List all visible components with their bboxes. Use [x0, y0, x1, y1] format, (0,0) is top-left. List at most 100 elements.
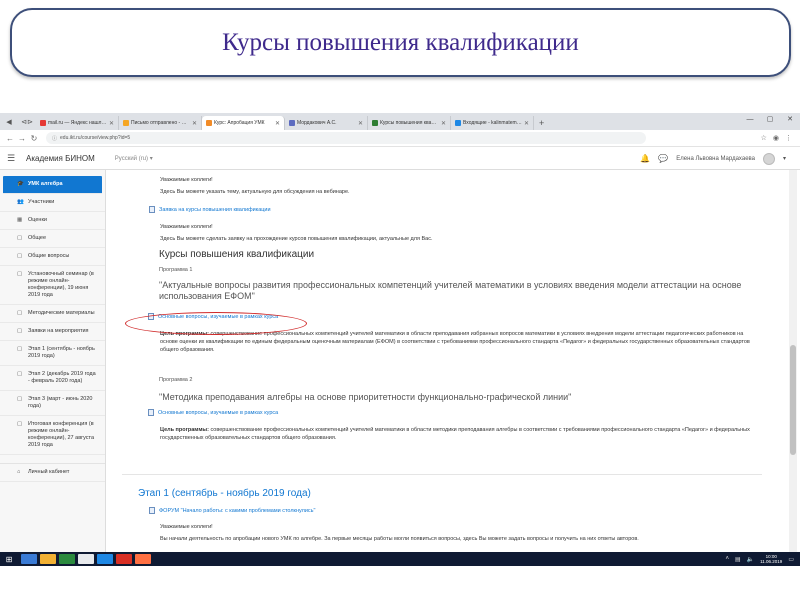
drawer-item[interactable]: ▢ Методические материалы — [0, 305, 105, 323]
taskbar-app-icon[interactable] — [59, 554, 75, 564]
drawer-item-label: Общие вопросы — [28, 253, 70, 259]
drawer-item-label: Участники — [28, 199, 55, 205]
drawer-item[interactable]: ▢ Этап 1 (сентябрь - ноябрь 2019 года) — [0, 341, 105, 366]
page-scrollbar[interactable] — [789, 170, 797, 552]
drawer-item-label: Методические материалы — [28, 310, 95, 316]
program-2-topics-link[interactable]: Основные вопросы, изучаемые в рамках кур… — [148, 409, 278, 416]
profile-icon[interactable]: ◉ — [773, 134, 779, 142]
taskbar-app-icon[interactable] — [78, 554, 94, 564]
drawer-item-icon: ▢ — [17, 310, 23, 316]
drawer-item[interactable]: 👥 Участники — [0, 194, 105, 212]
drawer-item[interactable]: 🎓 УМК алгебра — [3, 176, 102, 194]
tab-label: mail.ru — Яндекс нашлось — [48, 120, 107, 126]
program-1-title: "Актуальные вопросы развития профессиона… — [159, 280, 742, 301]
tab-close-icon[interactable]: ✕ — [192, 120, 197, 127]
drawer-item-label: Установочный семинар (в режиме онлайн-ко… — [28, 271, 94, 298]
tab-label: Курс: Апробация УМК — [214, 120, 265, 126]
drawer-item[interactable]: ▢ Общее — [0, 230, 105, 248]
minimize-icon[interactable]: — — [740, 113, 760, 127]
reload-icon[interactable]: ↻ — [28, 134, 40, 143]
messages-icon[interactable]: 💬 — [658, 154, 668, 163]
avatar[interactable] — [762, 152, 775, 165]
network-icon[interactable]: ▤ — [735, 556, 741, 563]
browser-tab[interactable]: Письмо отправлено - Поч ✕ — [119, 116, 202, 130]
language-menu[interactable]: Русский (ru) ▾ — [115, 155, 153, 162]
notifications-bell-icon[interactable]: 🔔 — [640, 154, 650, 163]
tab-scroll-right-icon[interactable]: ⊲⊳ — [18, 113, 36, 130]
drawer-item-label: Оценки — [28, 217, 47, 223]
url-field[interactable]: ⓘ edu.ikt.ru/course/view.php?id=5 — [46, 132, 646, 144]
back-icon[interactable]: ← — [4, 134, 16, 143]
drawer-item-icon: ▢ — [17, 346, 23, 352]
tab-favicon-icon — [372, 120, 378, 126]
site-name[interactable]: Академия БИНОМ — [26, 154, 95, 163]
note-text: Здесь Вы можете указать тему, актуальную… — [160, 189, 350, 195]
clock[interactable]: 10:00 11.06.2019 — [760, 554, 782, 564]
new-tab-button[interactable]: + — [534, 116, 549, 130]
stage-1-section-title[interactable]: Этап 1 (сентябрь - ноябрь 2019 года) — [138, 488, 311, 499]
highlight-annotation — [125, 312, 307, 335]
windows-taskbar: ⊞ ˄ ▤ 🔈 10:00 11.06.2019 ▭ — [0, 552, 800, 566]
drawer-item-dashboard[interactable]: ⌂ Личный кабинет — [0, 464, 105, 482]
goal-text: совершенствование профессиональных компе… — [160, 331, 750, 353]
scrollbar-thumb[interactable] — [790, 345, 796, 455]
taskbar-app-icon[interactable] — [97, 554, 113, 564]
drawer-item[interactable]: ▢ Этап 3 (март - июнь 2020 года) — [0, 391, 105, 416]
tab-favicon-icon — [123, 120, 129, 126]
drawer-item[interactable]: ▢ Установочный семинар (в режиме онлайн-к… — [0, 266, 105, 305]
slide-title-banner: Курсы повышения квалификации — [10, 8, 791, 77]
document-icon — [148, 409, 154, 416]
browser-tab[interactable]: Мордакович А.С. ✕ — [285, 116, 368, 130]
home-icon: ⌂ — [17, 469, 21, 475]
forum-icon — [149, 507, 155, 514]
browser-tab-bar: ◀ ⊲⊳ mail.ru — Яндекс нашлось ✕ Письмо отп… — [0, 113, 800, 130]
system-tray: ˄ ▤ 🔈 10:00 11.06.2019 ▭ — [725, 554, 800, 564]
drawer-item-label: Итоговая конференция (в режиме онлайн-ко… — [28, 421, 95, 448]
drawer-item[interactable]: ▢ Этап 2 (декабрь 2019 года - февраль 202… — [0, 366, 105, 391]
info-icon: ⓘ — [52, 135, 58, 142]
tab-close-icon[interactable]: ✕ — [524, 120, 529, 127]
tab-close-icon[interactable]: ✕ — [109, 120, 114, 127]
maximize-icon[interactable]: ▢ — [760, 113, 780, 127]
tab-label: Входящие - kalinmatematika — [463, 120, 522, 126]
tray-chevron-icon[interactable]: ˄ — [725, 556, 729, 562]
drawer-toggle-icon[interactable]: ☰ — [0, 153, 22, 164]
tab-close-icon[interactable]: ✕ — [441, 120, 446, 127]
browser-tab[interactable]: Входящие - kalinmatematika ✕ — [451, 116, 534, 130]
course-drawer: 🎓 УМК алгебра 👥 Участники ▦ Оценки ▢ Общее ▢ Общи… — [0, 170, 106, 552]
browser-tab[interactable]: Курсы повышения квалиф ✕ — [368, 116, 451, 130]
forum-link[interactable]: ФОРУМ "Начало работы: с какими проблемам… — [149, 507, 315, 514]
start-windows-icon[interactable]: ⊞ — [0, 555, 18, 564]
tab-close-icon[interactable]: ✕ — [275, 120, 280, 127]
browser-tab[interactable]: Курс: Апробация УМК ✕ — [202, 116, 285, 130]
user-menu-chevron-icon[interactable]: ▾ — [783, 155, 786, 162]
drawer-item-label: Этап 3 (март - июнь 2020 года) — [28, 396, 93, 409]
browser-screenshot: ◀ ⊲⊳ mail.ru — Яндекс нашлось ✕ Письмо отп… — [0, 113, 800, 566]
browser-tab[interactable]: mail.ru — Яндекс нашлось ✕ — [36, 116, 119, 130]
taskbar-app-icon[interactable] — [21, 554, 37, 564]
drawer-item[interactable]: ▢ Заявки на мероприятия — [0, 323, 105, 341]
courses-heading: Курсы повышения квалификации — [159, 249, 315, 260]
close-window-icon[interactable]: ✕ — [780, 113, 800, 127]
taskbar-app-icon[interactable] — [40, 554, 56, 564]
taskbar-app-icon[interactable] — [135, 554, 151, 564]
moodle-navbar: ☰ Академия БИНОМ Русский (ru) ▾ 🔔 💬 Елен… — [0, 148, 800, 170]
apply-courses-link[interactable]: Заявка на курсы повышения квалификации — [149, 206, 271, 213]
notifications-icon[interactable]: ▭ — [788, 556, 794, 563]
tab-close-icon[interactable]: ✕ — [358, 120, 363, 127]
drawer-item[interactable]: ▢ Итоговая конференция (в режиме онлайн-к… — [0, 416, 105, 455]
bookmark-star-icon[interactable]: ☆ — [761, 134, 767, 142]
drawer-item[interactable]: ▢ Общие вопросы — [0, 248, 105, 266]
forward-icon[interactable]: → — [16, 134, 28, 143]
tab-label: Курсы повышения квалиф — [380, 120, 439, 126]
program-2-title: "Методика преподавания алгебры на основе… — [159, 392, 572, 402]
drawer-item-icon: 🎓 — [17, 181, 24, 187]
user-name[interactable]: Елена Львовна Мардахаева — [676, 156, 755, 162]
apply-courses-link-label: Заявка на курсы повышения квалификации — [159, 206, 271, 213]
tab-scroll-left-icon[interactable]: ◀ — [0, 113, 18, 130]
menu-dots-icon[interactable]: ⋮ — [785, 134, 792, 142]
taskbar-app-icon[interactable] — [116, 554, 132, 564]
drawer-item[interactable]: ▦ Оценки — [0, 212, 105, 230]
taskbar-apps — [18, 554, 151, 564]
volume-icon[interactable]: 🔈 — [747, 556, 754, 563]
